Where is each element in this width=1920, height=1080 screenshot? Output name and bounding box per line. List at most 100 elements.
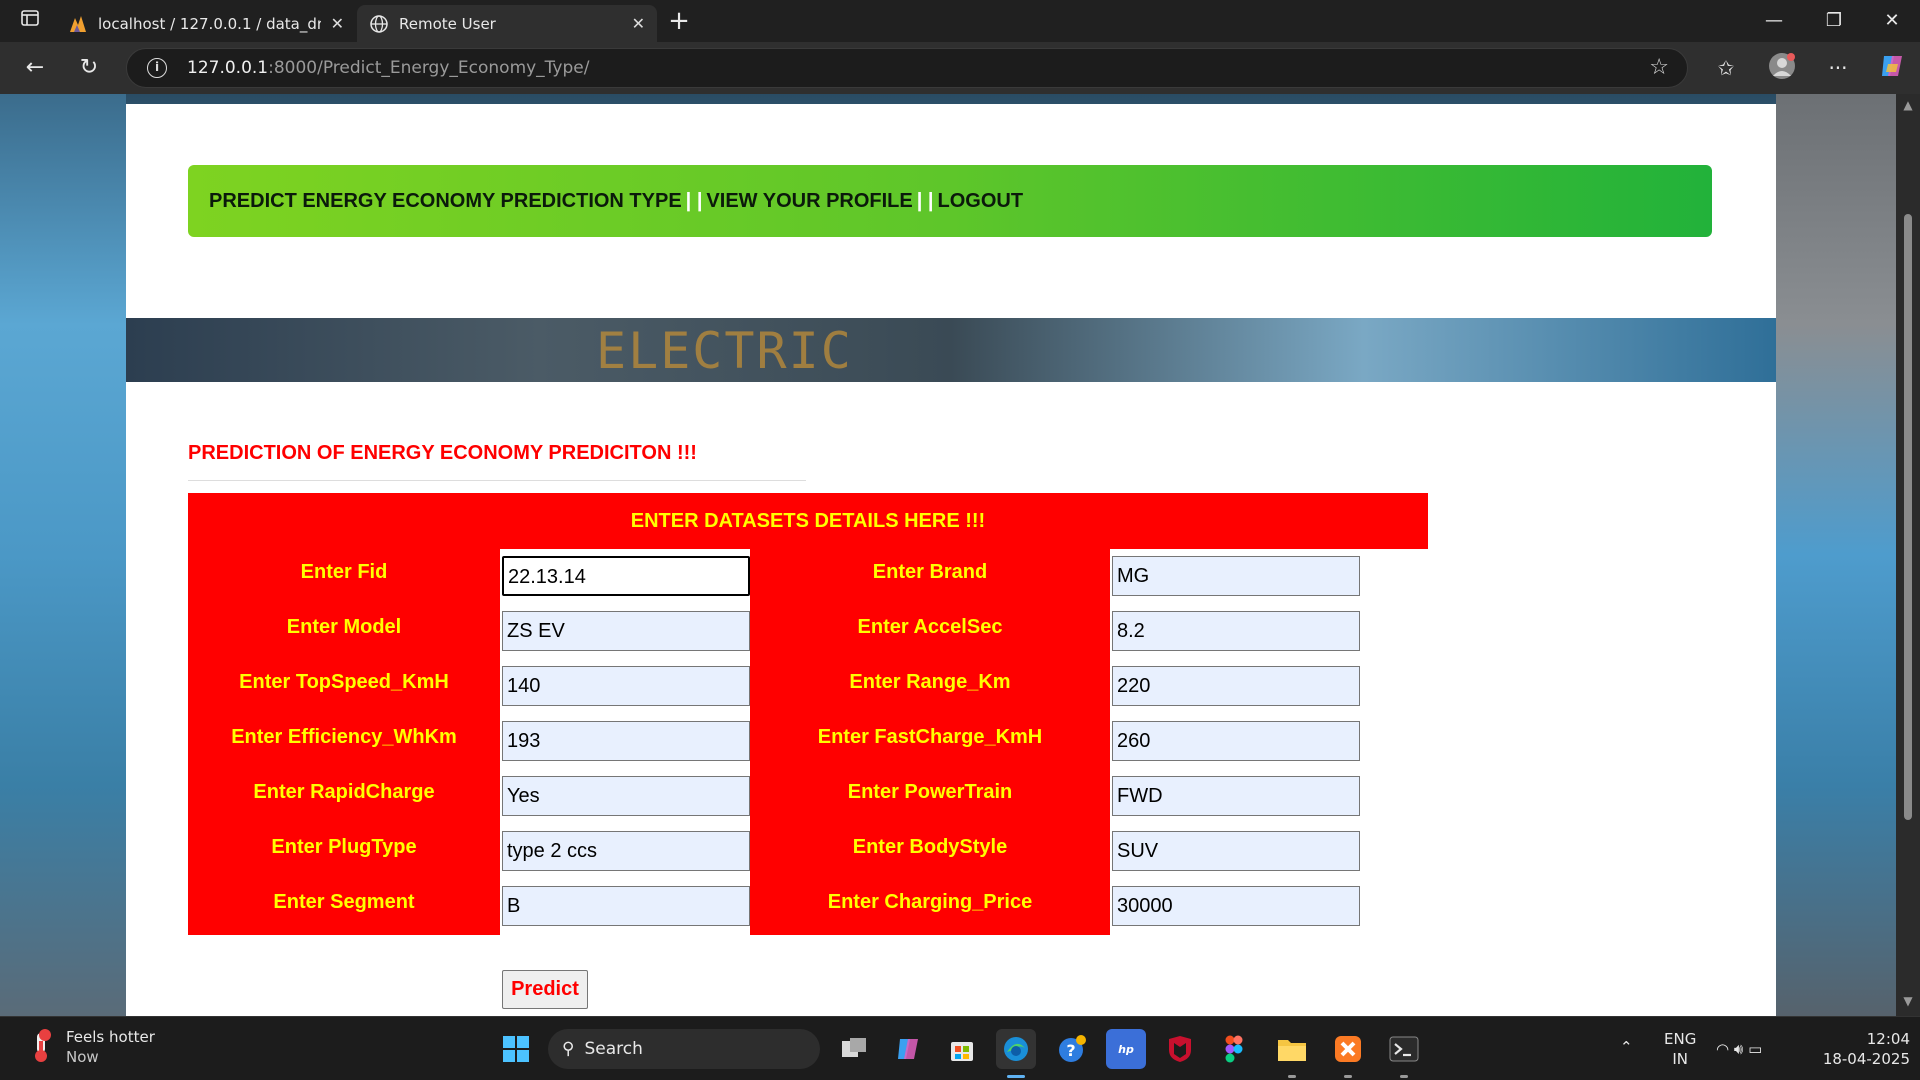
restore-icon[interactable]: ❐	[1806, 0, 1862, 42]
input-efficiency[interactable]: 193	[502, 721, 750, 761]
running-indicator	[1007, 1075, 1025, 1078]
close-window-icon[interactable]: ✕	[1864, 0, 1920, 42]
search-label: Search	[584, 1039, 643, 1059]
predict-button[interactable]: Predict	[502, 970, 588, 1009]
menu-separator: | |	[916, 189, 934, 212]
running-indicator	[1400, 1075, 1408, 1078]
favorites-icon[interactable]: ✩	[1708, 52, 1744, 84]
clock-date: 18-04-2025	[1822, 1050, 1910, 1068]
background-bus-image	[126, 318, 1776, 382]
mcafee-icon[interactable]	[1160, 1029, 1200, 1069]
scroll-up-icon[interactable]: ▲	[1900, 98, 1916, 112]
label-model: Enter Model	[286, 616, 402, 638]
input-fastcharge[interactable]: 260	[1112, 721, 1360, 761]
input-powertrain[interactable]: FWD	[1112, 776, 1360, 816]
globe-icon	[369, 14, 389, 34]
scrollbar-thumb[interactable]	[1904, 214, 1912, 820]
label-charging-price: Enter Charging_Price	[827, 891, 1033, 913]
svg-text:?: ?	[1066, 1041, 1075, 1060]
running-indicator	[1288, 1075, 1296, 1078]
copilot-icon[interactable]	[1874, 52, 1910, 84]
close-tab-icon[interactable]: ✕	[632, 14, 645, 33]
minimize-icon[interactable]: —	[1746, 0, 1802, 42]
menu-item-view-profile[interactable]: VIEW YOUR PROFILE	[706, 190, 912, 213]
copilot-app-icon[interactable]	[888, 1029, 928, 1069]
input-brand[interactable]: MG	[1112, 556, 1360, 596]
label-rapidcharge: Enter RapidCharge	[253, 781, 435, 803]
label-fid: Enter Fid	[300, 561, 388, 583]
figma-icon[interactable]	[1214, 1029, 1254, 1069]
reload-icon[interactable]: ↻	[72, 52, 106, 84]
form-header: ENTER DATASETS DETAILS HERE !!!	[188, 493, 1428, 549]
url-text[interactable]: 127.0.0.1:8000/Predict_Energy_Economy_Ty…	[187, 58, 589, 78]
input-model[interactable]: ZS EV	[502, 611, 750, 651]
show-hidden-icons[interactable]: ⌃	[1620, 1037, 1633, 1057]
input-fid[interactable]: 22.13.14	[502, 556, 750, 596]
system-tray-icons[interactable]: ◠ 🔊︎ ▭	[1716, 1039, 1796, 1059]
edge-browser-icon[interactable]	[996, 1029, 1036, 1069]
running-indicator	[1344, 1075, 1352, 1078]
taskbar-search[interactable]: ⚲ Search	[548, 1029, 820, 1069]
tab-title: localhost / 127.0.0.1 / data_driven	[98, 14, 321, 33]
clock[interactable]: 12:04 18-04-2025	[1810, 1029, 1910, 1069]
more-options-icon[interactable]: ···	[1820, 52, 1856, 84]
page-viewport: ELECTRIC PREDICT ENERGY ECONOMY PREDICTI…	[0, 94, 1920, 1016]
label-efficiency: Enter Efficiency_WhKm	[231, 726, 457, 748]
favorite-star-icon[interactable]: ☆	[1649, 55, 1669, 80]
search-icon: ⚲	[562, 1039, 575, 1059]
label-segment: Enter Segment	[273, 891, 415, 913]
input-charging-price[interactable]: 30000	[1112, 886, 1360, 926]
background-bus-image	[0, 94, 126, 1016]
wifi-icon: ◠	[1716, 1040, 1730, 1058]
input-topspeed[interactable]: 140	[502, 666, 750, 706]
tab-actions-icon[interactable]	[14, 9, 46, 33]
input-segment[interactable]: B	[502, 886, 750, 926]
thermometer-icon	[26, 1029, 56, 1065]
label-plugtype: Enter PlugType	[271, 836, 417, 858]
label-topspeed: Enter TopSpeed_KmH	[239, 671, 449, 693]
tab-remote-user[interactable]: Remote User ✕	[357, 5, 657, 42]
windows-taskbar: Feels hotter Now ⚲ Search ? hp ⌃ ENG IN …	[0, 1016, 1920, 1080]
phpmyadmin-icon	[68, 14, 88, 34]
terminal-icon[interactable]	[1384, 1029, 1424, 1069]
page-scrollbar[interactable]: ▲ ▼	[1896, 94, 1920, 1016]
background-bus-image	[1776, 94, 1900, 1016]
menu-separator: | |	[685, 189, 703, 212]
file-explorer-icon[interactable]	[1272, 1029, 1312, 1069]
battery-icon: ▭	[1748, 1040, 1763, 1058]
weather-widget[interactable]: Feels hotter Now	[26, 1027, 155, 1067]
scroll-down-icon[interactable]: ▼	[1900, 994, 1916, 1008]
title-divider	[188, 480, 806, 481]
weather-subtitle: Now	[66, 1048, 99, 1066]
browser-tab-bar: localhost / 127.0.0.1 / data_driven ✕ Re…	[0, 0, 1920, 42]
myhp-icon[interactable]: hp	[1106, 1029, 1146, 1069]
label-range: Enter Range_Km	[849, 671, 1011, 693]
input-rapidcharge[interactable]: Yes	[502, 776, 750, 816]
microsoft-store-icon[interactable]	[942, 1029, 982, 1069]
menu-item-logout[interactable]: LOGOUT	[938, 190, 1024, 213]
input-bodystyle[interactable]: SUV	[1112, 831, 1360, 871]
input-plugtype[interactable]: type 2 ccs	[502, 831, 750, 871]
address-bar[interactable]: i 127.0.0.1:8000/Predict_Energy_Economy_…	[126, 48, 1688, 88]
input-accelsec[interactable]: 8.2	[1112, 611, 1360, 651]
task-view-icon[interactable]	[834, 1029, 874, 1069]
start-icon[interactable]	[496, 1029, 536, 1069]
main-menu-bar: PREDICT ENERGY ECONOMY PREDICTION TYPE |…	[188, 165, 1712, 237]
profile-avatar-icon[interactable]	[1764, 52, 1800, 84]
input-range[interactable]: 220	[1112, 666, 1360, 706]
close-tab-icon[interactable]: ✕	[331, 14, 344, 33]
tab-phpmyadmin[interactable]: localhost / 127.0.0.1 / data_driven ✕	[56, 5, 356, 42]
background-electric-sign: ELECTRIC	[596, 322, 853, 380]
label-fastcharge: Enter FastCharge_KmH	[817, 726, 1043, 748]
language-indicator[interactable]: ENG IN	[1664, 1029, 1696, 1069]
xampp-icon[interactable]	[1328, 1029, 1368, 1069]
help-icon[interactable]: ?	[1052, 1029, 1092, 1069]
site-info-icon[interactable]: i	[147, 58, 167, 78]
clock-time: 12:04	[1866, 1030, 1910, 1048]
browser-toolbar: ← ↻ i 127.0.0.1:8000/Predict_Energy_Econ…	[0, 42, 1920, 94]
back-icon[interactable]: ←	[18, 52, 52, 84]
tab-title: Remote User	[399, 14, 496, 33]
new-tab-icon[interactable]: +	[662, 6, 696, 36]
menu-item-predict[interactable]: PREDICT ENERGY ECONOMY PREDICTION TYPE	[209, 190, 682, 213]
weather-title: Feels hotter	[66, 1028, 155, 1046]
